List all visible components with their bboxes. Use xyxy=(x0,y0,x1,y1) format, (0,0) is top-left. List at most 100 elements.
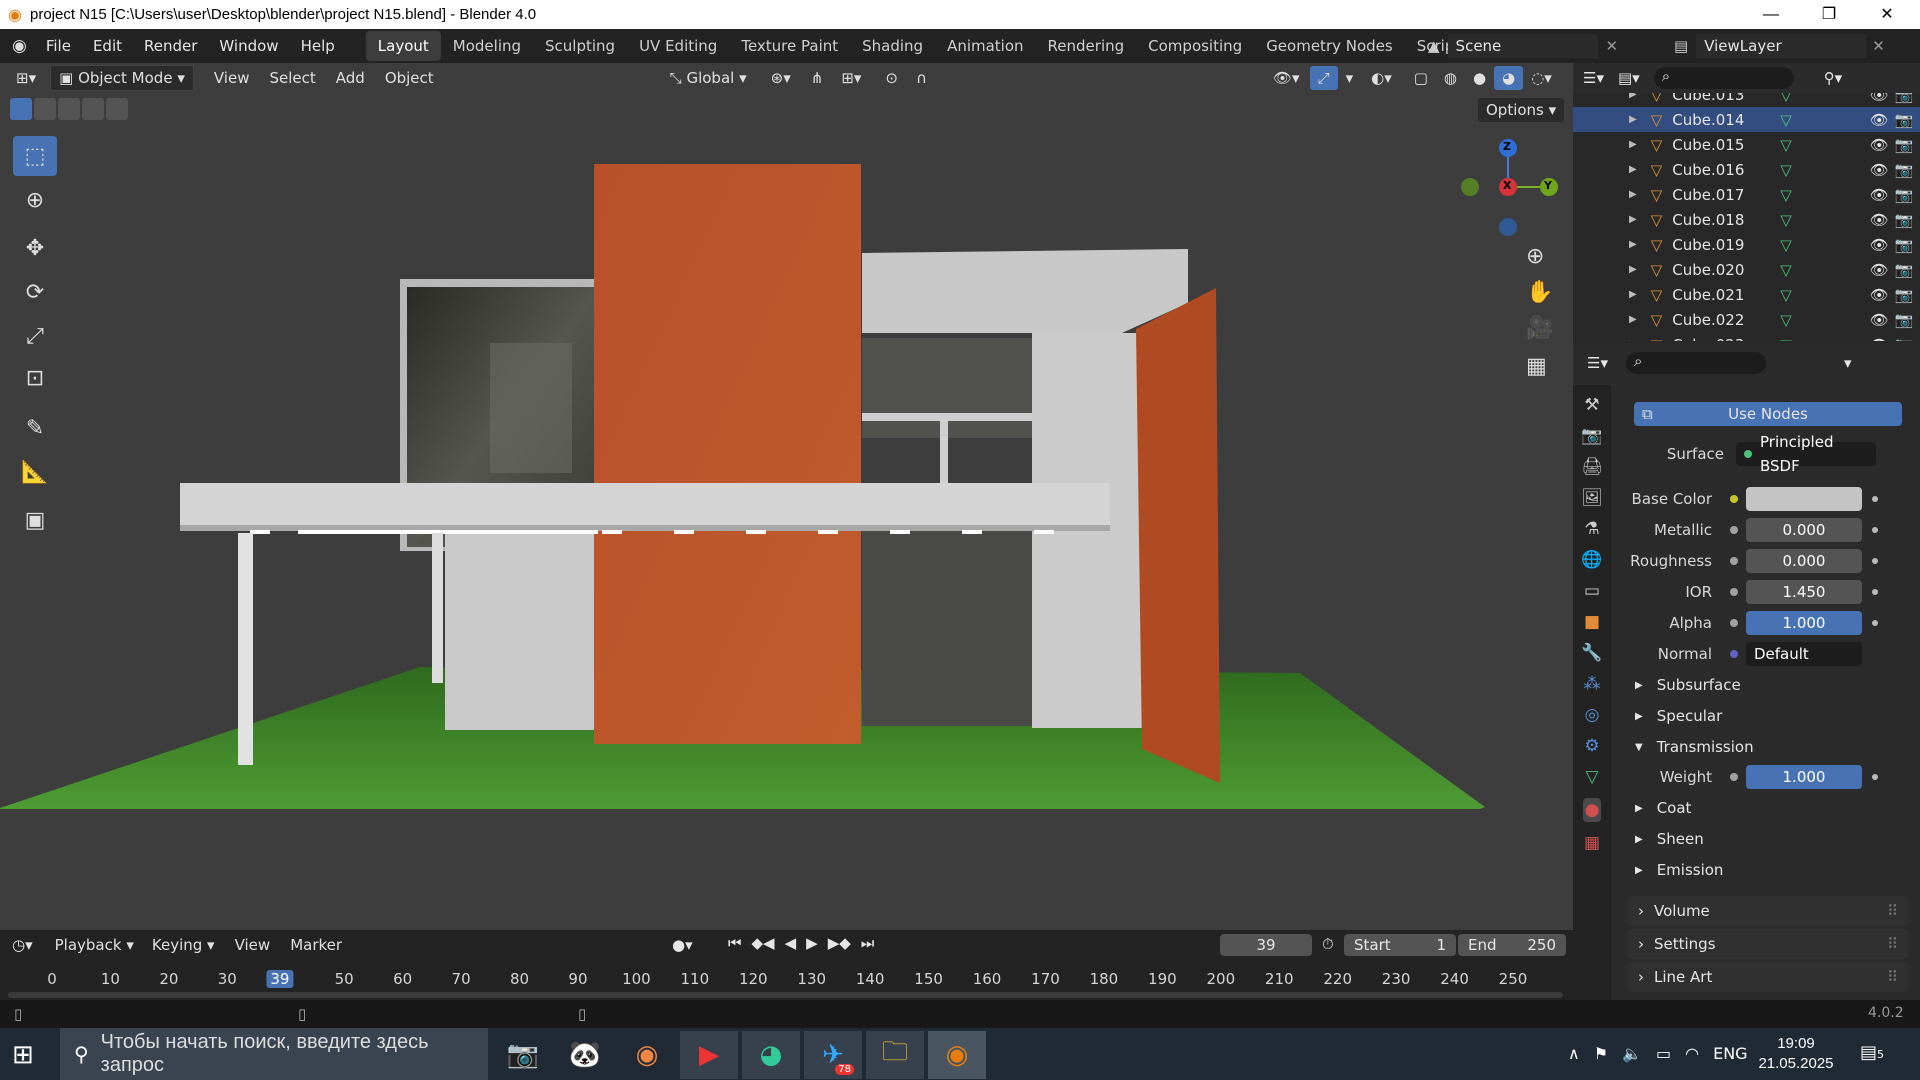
expand-arrow-icon[interactable]: ▶ xyxy=(1629,114,1637,125)
render-camera-icon[interactable]: 📷 xyxy=(1895,236,1914,254)
windows-start-icon[interactable]: ⊞ xyxy=(12,1040,34,1070)
property-field[interactable] xyxy=(1746,487,1862,511)
menu-file[interactable]: File xyxy=(35,37,82,55)
menu-playback[interactable]: Playback ▾ xyxy=(47,933,142,957)
gizmo-neg-y[interactable] xyxy=(1461,178,1479,196)
play-reverse-icon[interactable]: ◀ xyxy=(785,934,797,952)
object-name[interactable]: Cube.016 xyxy=(1672,161,1772,179)
tray-app-icon[interactable]: ⚑ xyxy=(1594,1044,1608,1063)
visibility-eye-icon[interactable]: 👁 xyxy=(1870,311,1889,329)
expand-arrow-icon[interactable]: ▶ xyxy=(1629,239,1637,250)
panel-header[interactable]: › Line Art ⠿ xyxy=(1628,962,1908,992)
file-explorer-icon[interactable]: 🗀 xyxy=(866,1031,924,1079)
object-name[interactable]: Cube.018 xyxy=(1672,211,1772,229)
color-app-icon[interactable]: ◉ xyxy=(618,1031,676,1079)
xray-icon[interactable]: ▢ xyxy=(1406,66,1436,90)
menu-render[interactable]: Render xyxy=(133,37,208,55)
current-frame-field[interactable]: 39 xyxy=(1220,934,1312,956)
outliner-row[interactable]: ▶ ▽ Cube.016 ▽ 👁 📷 xyxy=(1573,157,1920,182)
menu-timeline-view[interactable]: View xyxy=(227,933,279,957)
expand-arrow-icon[interactable]: ▶ xyxy=(1629,264,1637,275)
select-subtract-icon[interactable] xyxy=(58,98,80,120)
drag-handle-icon[interactable]: ⠿ xyxy=(1887,902,1898,920)
keyframe-dot-icon[interactable] xyxy=(1872,774,1878,780)
outliner-row[interactable]: ▶ ▽ Cube.014 ▽ 👁 📷 xyxy=(1573,107,1920,132)
visibility-eye-icon[interactable]: 👁 xyxy=(1870,261,1889,279)
scene-close-icon[interactable]: ✕ xyxy=(1606,37,1619,55)
display-mode-icon[interactable]: ▤▾ xyxy=(1618,69,1640,87)
world-tab-icon[interactable]: 🌐 xyxy=(1581,550,1602,570)
expand-arrow-icon[interactable]: ▶ xyxy=(1629,189,1637,200)
chrome-icon[interactable]: ◕ xyxy=(742,1031,800,1079)
tab-shading[interactable]: Shading xyxy=(850,31,935,61)
play-icon[interactable]: ▶ xyxy=(806,934,818,952)
view-layer-tab-icon[interactable]: 🖼 xyxy=(1581,488,1603,508)
jump-start-icon[interactable]: ⏮ xyxy=(728,934,742,952)
gizmo-dropdown-icon[interactable]: ▾ xyxy=(1338,66,1362,90)
texture-tab-icon[interactable]: ▦ xyxy=(1584,833,1600,853)
modifier-tab-icon[interactable]: 🔧 xyxy=(1581,643,1602,663)
maximize-button[interactable]: ❐ xyxy=(1800,0,1858,29)
properties-options-icon[interactable]: ▾ xyxy=(1844,354,1852,372)
mesh-data-icon[interactable]: ▽ xyxy=(1780,286,1792,304)
visibility-icon[interactable]: 👁▾ xyxy=(1265,66,1308,90)
object-name[interactable]: Cube.022 xyxy=(1672,311,1772,329)
mesh-data-icon[interactable]: ▽ xyxy=(1780,136,1792,154)
select-new-icon[interactable] xyxy=(10,98,32,120)
move-tool-icon[interactable]: ✥ xyxy=(13,228,57,268)
telegram-icon[interactable]: ✈ 78 xyxy=(804,1031,862,1079)
notifications-icon[interactable]: ▤5 xyxy=(1860,1042,1884,1063)
tool-tab-icon[interactable]: ⚒ xyxy=(1584,395,1599,415)
tab-animation[interactable]: Animation xyxy=(935,31,1035,61)
keyframe-dot-icon[interactable] xyxy=(1872,496,1878,502)
zoom-icon[interactable]: ⊕ xyxy=(1526,244,1544,269)
next-keyframe-icon[interactable]: ▶◆ xyxy=(828,934,851,952)
object-tab-icon[interactable]: ■ xyxy=(1584,612,1600,632)
keyframe-dot-icon[interactable] xyxy=(1872,558,1878,564)
editor-type-icon[interactable]: ⊞▾ xyxy=(8,66,44,90)
outliner-row[interactable]: ▶ ▽ Cube.020 ▽ 👁 📷 xyxy=(1573,257,1920,282)
physics-tab-icon[interactable]: ◎ xyxy=(1585,705,1600,725)
pivot-icon[interactable]: ⊛▾ xyxy=(763,66,799,90)
gizmo-neg-z[interactable] xyxy=(1499,218,1517,236)
solid-shading-icon[interactable]: ● xyxy=(1465,66,1494,90)
panel-header[interactable]: › Volume ⠿ xyxy=(1628,896,1908,926)
menu-keying[interactable]: Keying ▾ xyxy=(144,933,223,957)
mesh-data-icon[interactable]: ▽ xyxy=(1780,311,1792,329)
weight-field[interactable]: 1.000 xyxy=(1746,765,1862,789)
outliner-row[interactable]: ▶ ▽ Cube.018 ▽ 👁 📷 xyxy=(1573,207,1920,232)
output-tab-icon[interactable]: 🖨 xyxy=(1581,457,1603,477)
add-cube-tool-icon[interactable]: ▣ xyxy=(13,500,57,540)
viewlayer-close-icon[interactable]: ✕ xyxy=(1872,37,1885,55)
surface-shader-field[interactable]: Principled BSDF xyxy=(1736,433,1876,475)
expand-arrow-icon[interactable]: ▶ xyxy=(1629,164,1637,175)
taskbar-clock[interactable]: 19:09 21.05.2025 xyxy=(1746,1034,1846,1074)
object-name[interactable]: Cube.020 xyxy=(1672,261,1772,279)
options-button[interactable]: Options ▾ xyxy=(1478,98,1565,122)
property-field[interactable]: 1.450 xyxy=(1746,580,1862,604)
drag-handle-icon[interactable]: ⠿ xyxy=(1887,968,1898,986)
constraints-tab-icon[interactable]: ⚙ xyxy=(1584,736,1599,756)
property-field[interactable]: 1.000 xyxy=(1746,611,1862,635)
mesh-data-icon[interactable]: ▽ xyxy=(1780,261,1792,279)
timeline-editor-icon[interactable]: ◷▾ xyxy=(12,936,33,954)
visibility-eye-icon[interactable]: 👁 xyxy=(1870,211,1889,229)
video-app-icon[interactable]: ▶ xyxy=(680,1031,738,1079)
subsection-header[interactable]: ▶ Subsurface xyxy=(1635,671,1741,699)
material-tab-icon[interactable]: ● xyxy=(1582,798,1602,822)
particles-tab-icon[interactable]: ⁂ xyxy=(1584,674,1601,694)
visibility-eye-icon[interactable]: 👁 xyxy=(1870,236,1889,254)
expand-arrow-icon[interactable]: ▶ xyxy=(1629,214,1637,225)
proportional-edit-icon[interactable]: ⊙ xyxy=(877,66,906,90)
outliner-row[interactable]: ▶ ▽ Cube.022 ▽ 👁 📷 xyxy=(1573,307,1920,332)
mesh-data-icon[interactable]: ▽ xyxy=(1780,186,1792,204)
blender-taskbar-icon[interactable]: ◉ xyxy=(928,1031,986,1079)
rotate-tool-icon[interactable]: ⟳ xyxy=(13,272,57,312)
expand-arrow-icon[interactable]: ▶ xyxy=(1629,314,1637,325)
expand-arrow-icon[interactable]: ▶ xyxy=(1629,289,1637,300)
select-invert-icon[interactable] xyxy=(82,98,104,120)
prev-keyframe-icon[interactable]: ◆◀ xyxy=(752,934,775,952)
collection-tab-icon[interactable]: ▭ xyxy=(1584,581,1600,601)
render-camera-icon[interactable]: 📷 xyxy=(1895,261,1914,279)
render-camera-icon[interactable]: 📷 xyxy=(1895,211,1914,229)
